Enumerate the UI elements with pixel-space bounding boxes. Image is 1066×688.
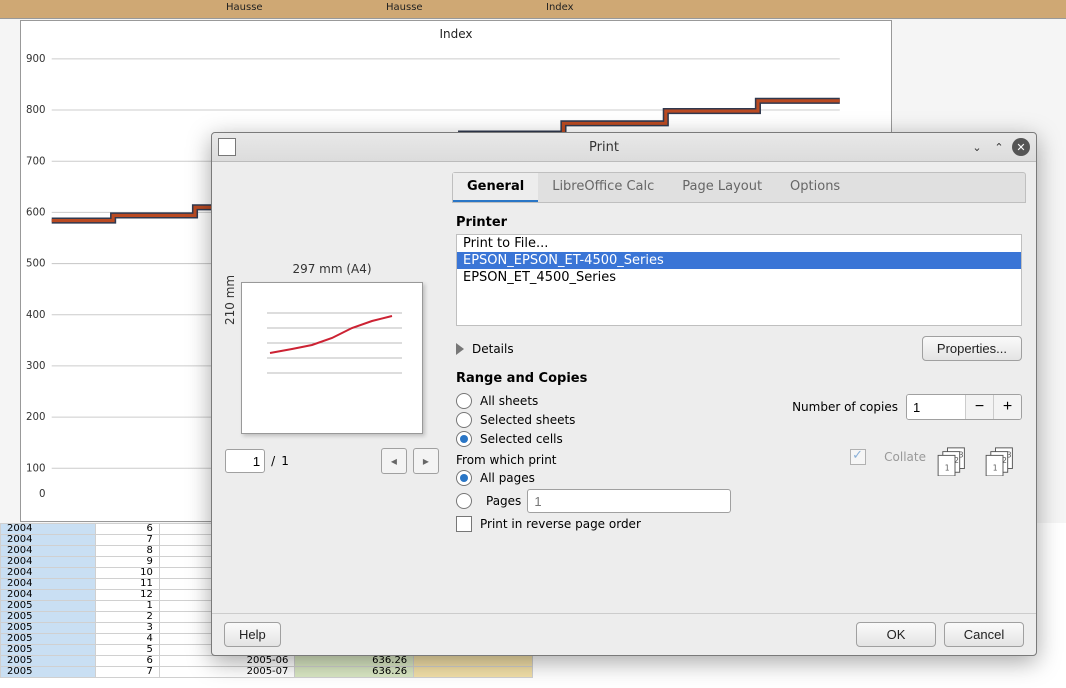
- dialog-footer: Help OK Cancel: [212, 613, 1036, 655]
- svg-text:300: 300: [26, 361, 46, 372]
- dialog-titlebar[interactable]: Print ⌄ ⌃ ✕: [212, 133, 1036, 162]
- svg-text:800: 800: [26, 105, 46, 116]
- app-icon: [218, 138, 236, 156]
- page-number-input[interactable]: [225, 449, 265, 473]
- help-button[interactable]: Help: [224, 622, 281, 647]
- radio-pages[interactable]: Pages: [456, 489, 752, 513]
- copies-spinner[interactable]: − +: [906, 394, 1022, 420]
- printer-list[interactable]: Print to File...EPSON_EPSON_ET-4500_Seri…: [456, 234, 1022, 326]
- tab-general[interactable]: General: [453, 173, 538, 202]
- maximize-button[interactable]: ⌃: [990, 138, 1008, 156]
- radio-all-sheets[interactable]: All sheets: [456, 393, 752, 409]
- minimize-button[interactable]: ⌄: [968, 138, 986, 156]
- collate-label: Collate: [884, 450, 926, 464]
- page-preview: [241, 282, 423, 434]
- svg-text:3: 3: [959, 450, 964, 459]
- printer-item[interactable]: EPSON_ET_4500_Series: [457, 269, 1021, 286]
- check-reverse[interactable]: Print in reverse page order: [456, 516, 752, 532]
- tab-options[interactable]: Options: [776, 173, 854, 202]
- svg-text:900: 900: [26, 54, 46, 65]
- radio-selected-cells[interactable]: Selected cells: [456, 431, 752, 447]
- page-total: 1: [281, 454, 289, 468]
- details-label: Details: [472, 342, 514, 356]
- printer-section-title: Printer: [456, 215, 1022, 230]
- preview-pane: 297 mm (A4) 210 mm: [222, 172, 442, 603]
- radio-selected-sheets[interactable]: Selected sheets: [456, 412, 752, 428]
- column-header-band: Hausse Hausse Index: [0, 0, 1066, 19]
- svg-text:600: 600: [26, 207, 46, 218]
- page-height-label: 210 mm: [223, 275, 237, 325]
- copies-input[interactable]: [907, 395, 965, 419]
- properties-button[interactable]: Properties...: [922, 336, 1022, 361]
- radio-all-pages[interactable]: All pages: [456, 470, 752, 486]
- copies-label: Number of copies: [792, 400, 898, 414]
- prev-page-button[interactable]: ◂: [381, 448, 407, 474]
- svg-text:1: 1: [993, 463, 998, 472]
- details-disclosure[interactable]: Details: [456, 342, 514, 356]
- next-page-button[interactable]: ▸: [413, 448, 439, 474]
- pages-input[interactable]: [527, 489, 731, 513]
- from-which-label: From which print: [456, 453, 752, 467]
- svg-text:1: 1: [945, 463, 950, 472]
- close-button[interactable]: ✕: [1012, 138, 1030, 156]
- svg-text:3: 3: [1007, 450, 1012, 459]
- copies-increment[interactable]: +: [993, 395, 1021, 419]
- svg-text:500: 500: [26, 259, 46, 270]
- svg-text:200: 200: [26, 412, 46, 423]
- svg-text:700: 700: [26, 156, 46, 167]
- tab-calc[interactable]: LibreOffice Calc: [538, 173, 668, 202]
- svg-text:2: 2: [954, 456, 959, 465]
- ok-button[interactable]: OK: [856, 622, 936, 647]
- page-width-label: 297 mm (A4): [292, 262, 371, 276]
- svg-text:100: 100: [26, 463, 46, 474]
- svg-text:2: 2: [1002, 456, 1007, 465]
- collate-check: [850, 449, 866, 465]
- range-section-title: Range and Copies: [456, 371, 1022, 386]
- tab-bar: General LibreOffice Calc Page Layout Opt…: [452, 172, 1026, 203]
- page-navigator: / 1 ◂ ▸: [225, 448, 439, 474]
- chevron-right-icon: [456, 343, 464, 355]
- collate-icon: 3 2 1 3 2 1: [936, 446, 1022, 476]
- cancel-button[interactable]: Cancel: [944, 622, 1024, 647]
- printer-item[interactable]: Print to File...: [457, 235, 1021, 252]
- dialog-title: Print: [244, 140, 964, 155]
- tab-layout[interactable]: Page Layout: [668, 173, 776, 202]
- page-separator: /: [271, 454, 275, 468]
- svg-text:400: 400: [26, 310, 46, 321]
- print-dialog: Print ⌄ ⌃ ✕ 297 mm (A4) 210 mm: [211, 132, 1037, 656]
- copies-decrement[interactable]: −: [965, 395, 993, 419]
- printer-item[interactable]: EPSON_EPSON_ET-4500_Series: [457, 252, 1021, 269]
- svg-text:0: 0: [39, 489, 46, 500]
